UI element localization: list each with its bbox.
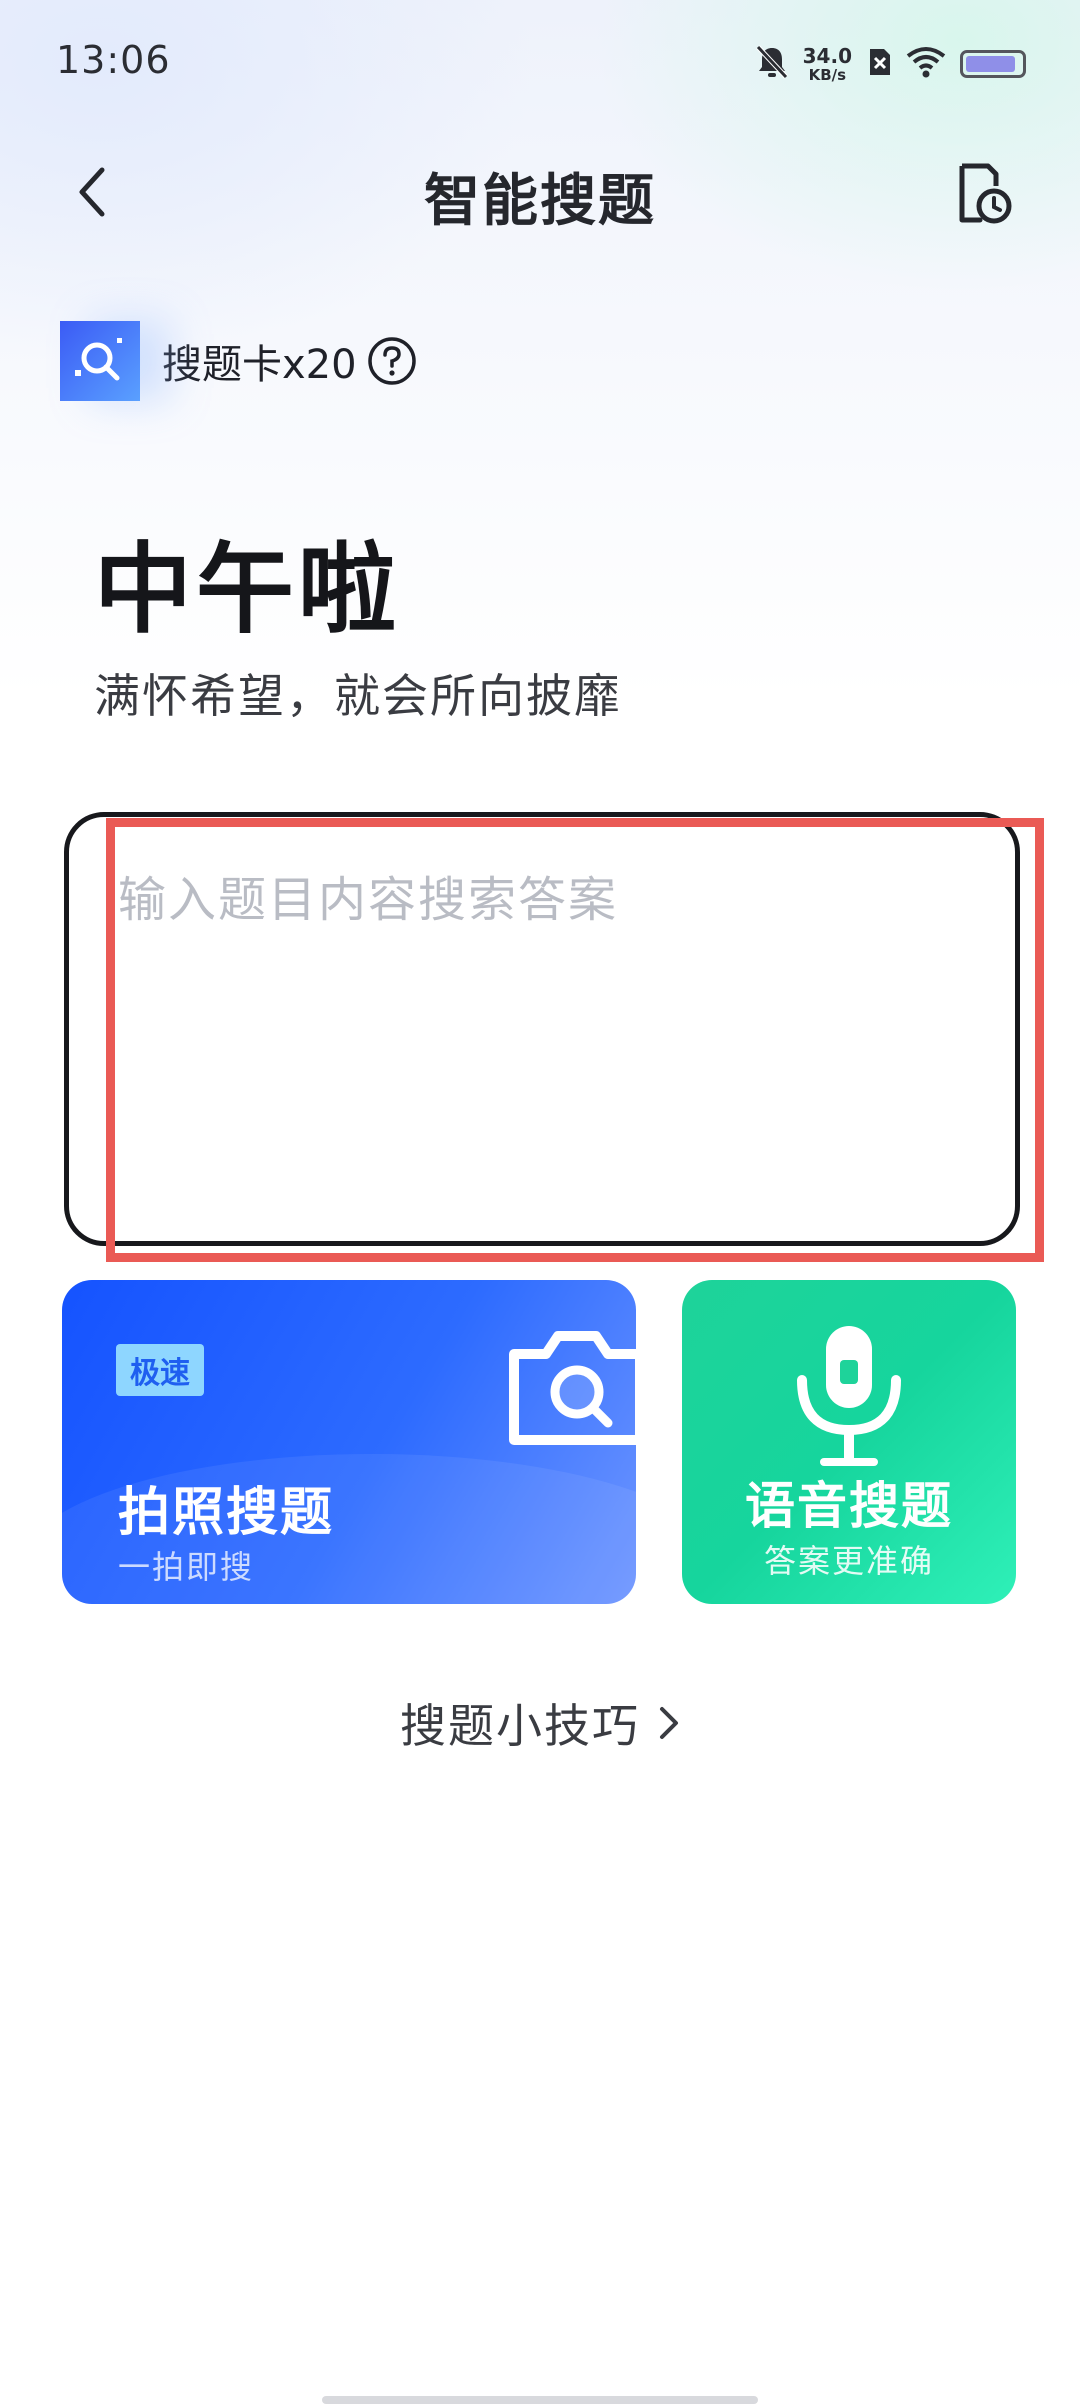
search-tips-link[interactable]: 搜题小技巧 bbox=[0, 1690, 1080, 1756]
status-icons: 34.0 KB/s bbox=[755, 42, 1026, 86]
network-speed-value: 34.0 bbox=[802, 43, 852, 68]
voice-search-subtitle: 答案更准确 bbox=[763, 1542, 934, 1580]
greeting-subtitle: 满怀希望，就会所向披靡 bbox=[94, 669, 622, 723]
highlight-frame bbox=[106, 818, 1044, 1262]
sim-off-icon bbox=[866, 47, 892, 81]
camera-search-icon bbox=[509, 1331, 636, 1445]
greeting-title: 中午啦 bbox=[94, 533, 401, 647]
photo-search-subtitle: 一拍即搜 bbox=[118, 1548, 255, 1586]
page-title: 智能搜题 bbox=[424, 169, 656, 234]
microphone-icon bbox=[797, 1326, 901, 1466]
network-speed: 34.0 KB/s bbox=[803, 46, 852, 83]
voice-search-button[interactable]: 语音搜题 答案更准确 bbox=[682, 1280, 1016, 1604]
speed-badge: 极速 bbox=[116, 1344, 204, 1396]
nav-header: 智能搜题 bbox=[0, 126, 1080, 258]
search-card-row[interactable]: 搜题卡x20 bbox=[60, 318, 417, 404]
search-tips-label: 搜题小技巧 bbox=[400, 1699, 640, 1753]
status-time: 13:06 bbox=[56, 38, 171, 82]
bell-muted-icon bbox=[755, 44, 789, 84]
battery-icon bbox=[960, 50, 1026, 78]
status-bar: 13:06 34.0 KB/s bbox=[0, 0, 1080, 126]
home-indicator[interactable] bbox=[322, 2396, 758, 2404]
network-speed-unit: KB/s bbox=[808, 65, 847, 84]
question-mark-icon[interactable] bbox=[367, 336, 417, 386]
history-button[interactable] bbox=[948, 158, 1018, 228]
photo-search-title: 拍照搜题 bbox=[118, 1483, 335, 1543]
search-card-label: 搜题卡x20 bbox=[162, 342, 357, 388]
chevron-right-icon bbox=[658, 1705, 680, 1741]
photo-search-button[interactable]: 极速 拍照搜题 一拍即搜 bbox=[62, 1280, 636, 1604]
history-document-icon bbox=[959, 163, 1012, 224]
voice-search-title: 语音搜题 bbox=[745, 1477, 953, 1535]
wifi-icon bbox=[906, 46, 946, 82]
search-card-icon bbox=[60, 321, 140, 401]
battery-fill bbox=[966, 56, 1015, 72]
